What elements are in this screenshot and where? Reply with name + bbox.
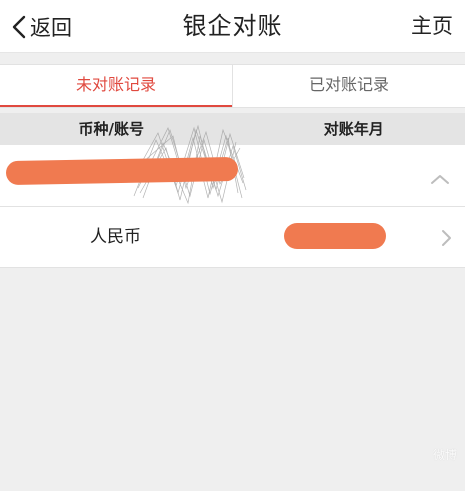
redacted-account-number xyxy=(5,156,239,186)
redacted-period xyxy=(284,223,386,249)
home-button[interactable]: 主页 xyxy=(411,0,453,53)
tab-unreconciled[interactable]: 未对账记录 xyxy=(0,65,232,107)
column-header-period: 对账年月 xyxy=(323,120,384,138)
chevron-right-icon[interactable] xyxy=(439,228,453,248)
tab-reconciled[interactable]: 已对账记录 xyxy=(232,65,465,107)
watermark-logo-text: 微博 xyxy=(432,448,457,462)
page-title: 银企对账 xyxy=(182,12,283,40)
nav-bar: 返回 银企对账 主页 xyxy=(0,0,465,53)
watermark: 微博 xyxy=(361,449,457,487)
list-item[interactable]: 人民币 xyxy=(0,207,465,268)
chevron-up-icon[interactable] xyxy=(429,172,451,186)
currency-label: 人民币 xyxy=(90,227,141,247)
tab-bar: 未对账记录 已对账记录 xyxy=(0,64,465,108)
